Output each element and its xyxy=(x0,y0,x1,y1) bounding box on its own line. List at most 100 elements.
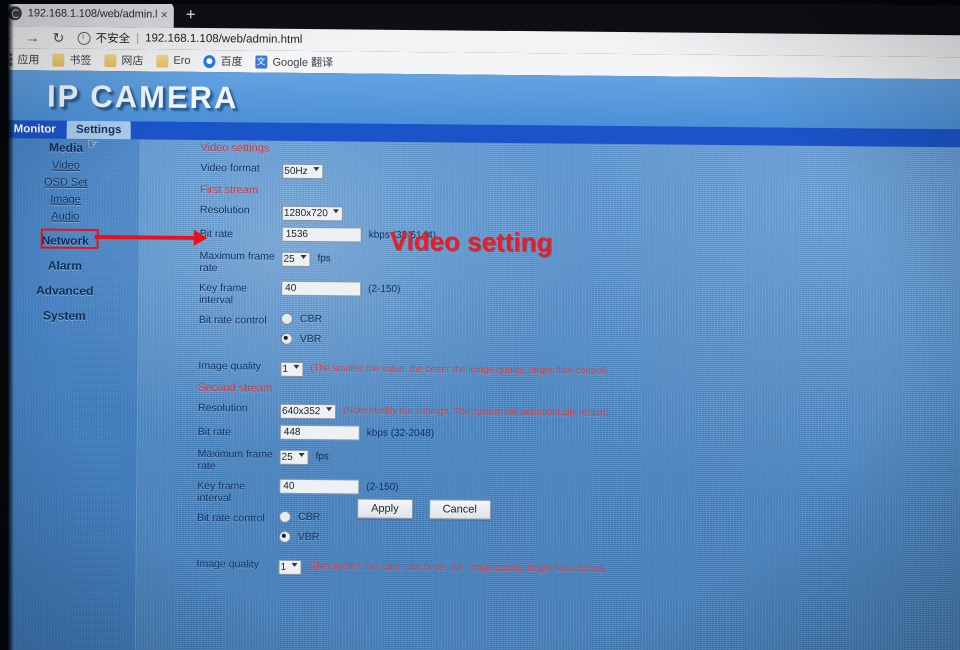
forward-icon[interactable]: → xyxy=(20,29,46,45)
first-key-frame-input[interactable] xyxy=(281,280,362,297)
radio-label: CBR xyxy=(299,312,323,326)
field-hint: (The smaller the value, the better the i… xyxy=(308,560,606,575)
monitor-bezel-left xyxy=(0,0,14,650)
info-icon[interactable] xyxy=(77,31,91,45)
field-first-key-frame-interval: Key frame interval (2-150) xyxy=(199,280,899,313)
second-max-frame-rate-select[interactable]: 25 xyxy=(279,449,309,466)
google-translate-icon xyxy=(255,55,268,69)
field-second-key-frame-interval: Key frame interval (2-150) xyxy=(197,478,897,511)
field-first-image-quality: Image quality 1 (The smaller the value, … xyxy=(198,358,898,383)
cancel-button[interactable]: Cancel xyxy=(428,499,491,520)
bookmark-label: Google 翻译 xyxy=(272,56,334,70)
ip-camera-page: IP CAMERA Monitor Settings ☞ Media Video… xyxy=(0,69,960,650)
second-vbr-option[interactable]: VBR xyxy=(278,530,320,544)
bookmark-item[interactable]: 网店 xyxy=(104,52,143,68)
new-tab-icon[interactable]: + xyxy=(182,5,200,24)
tab-monitor[interactable]: Monitor xyxy=(7,120,63,139)
mouse-cursor-icon: ☞ xyxy=(86,135,101,154)
video-settings-form: Video settings Video format 50Hz First s… xyxy=(196,142,900,587)
radio-label: VBR xyxy=(299,332,322,346)
field-label: Key frame interval xyxy=(199,281,248,307)
browser-tab[interactable]: 192.168.1.108/web/admin.ht × xyxy=(1,0,174,28)
field-second-resolution: Resolution 640x352 (Note:Modify the sett… xyxy=(198,400,898,425)
field-unit: kbps (32-2048) xyxy=(366,427,435,440)
field-label: Resolution xyxy=(197,401,248,415)
section-header-first-stream: First stream xyxy=(200,183,259,197)
second-key-frame-input[interactable] xyxy=(279,478,360,495)
sidebar-group-alarm[interactable]: Alarm xyxy=(0,258,138,273)
field-range: (2-150) xyxy=(366,481,399,493)
field-second-bitrate-control: Bit rate control CBR VBR xyxy=(197,510,897,557)
monitor-bezel-top xyxy=(0,0,960,4)
second-bitrate-input[interactable] xyxy=(279,424,360,441)
sidebar-item-video[interactable]: Video xyxy=(0,159,139,172)
security-label: 不安全 xyxy=(95,32,131,46)
annotation-highlight-box xyxy=(40,228,99,250)
field-second-bitrate: Bit rate kbps (32-2048) xyxy=(198,424,898,447)
radio-icon-selected[interactable] xyxy=(280,332,293,345)
sidebar-item-audio[interactable]: Audio xyxy=(0,210,139,223)
field-label: Bit rate control xyxy=(198,313,267,327)
apply-button[interactable]: Apply xyxy=(357,498,413,520)
field-label: Key frame interval xyxy=(197,479,246,505)
first-image-quality-select[interactable]: 1 xyxy=(280,361,304,377)
sidebar-item-image[interactable]: Image xyxy=(0,193,139,206)
field-label: Image quality xyxy=(198,359,261,373)
field-label: Bit rate control xyxy=(196,511,265,525)
field-unit: fps xyxy=(317,252,331,264)
field-label: Maximum frame rate xyxy=(197,447,273,473)
field-second-max-frame-rate: Maximum frame rate 25 fps xyxy=(197,446,897,479)
field-label: Bit rate xyxy=(197,425,232,439)
radio-icon-selected[interactable] xyxy=(278,530,291,543)
first-resolution-select[interactable]: 1280x720 xyxy=(281,205,343,222)
field-label: Video format xyxy=(200,161,260,175)
field-note: (Note:Modify the settings, The system wi… xyxy=(342,404,610,419)
bookmark-item[interactable]: 书签 xyxy=(52,52,91,68)
field-first-bitrate-control: Bit rate control CBR VBR xyxy=(199,312,899,359)
screen-content: 192.168.1.108/web/admin.ht × + ← → ↻ 不安全… xyxy=(0,0,960,650)
field-unit: fps xyxy=(315,450,329,462)
bookmark-item[interactable]: 百度 xyxy=(203,53,243,69)
field-video-format: Video format 50Hz xyxy=(200,160,900,185)
radio-label: CBR xyxy=(297,510,321,524)
baidu-icon xyxy=(203,54,216,68)
tab-title: 192.168.1.108/web/admin.ht xyxy=(27,6,157,21)
omnibox-separator: | xyxy=(136,32,140,45)
field-label: Maximum frame rate xyxy=(199,249,275,275)
sidebar-group-media[interactable]: Media xyxy=(0,140,140,155)
bookmark-item[interactable]: Google 翻译 xyxy=(255,54,333,71)
folder-icon xyxy=(52,53,65,67)
video-format-select[interactable]: 50Hz xyxy=(282,163,324,180)
sidebar-item-osd-set[interactable]: OSD Set xyxy=(0,176,139,189)
bookmark-label: 百度 xyxy=(220,56,243,69)
second-resolution-select[interactable]: 640x352 xyxy=(279,403,337,420)
app-brand-title: IP CAMERA xyxy=(46,78,239,116)
radio-icon[interactable] xyxy=(280,312,293,325)
bookmark-label: 书签 xyxy=(69,54,92,67)
photo-of-monitor: 192.168.1.108/web/admin.ht × + ← → ↻ 不安全… xyxy=(0,0,960,650)
annotation-title: Video setting xyxy=(389,225,553,258)
bookmark-item[interactable]: Ero xyxy=(156,54,191,68)
radio-icon[interactable] xyxy=(278,510,292,523)
first-vbr-option[interactable]: VBR xyxy=(280,332,322,346)
first-cbr-option[interactable]: CBR xyxy=(280,312,323,326)
bookmark-label: Ero xyxy=(173,54,191,67)
field-hint: (The smaller the value, the better the i… xyxy=(310,362,608,377)
bookmark-label: 网店 xyxy=(121,55,144,68)
second-image-quality-select[interactable]: 1 xyxy=(278,559,302,575)
field-label: Image quality xyxy=(196,557,260,571)
field-second-image-quality: Image quality 1 (The smaller the value, … xyxy=(196,556,896,581)
folder-icon xyxy=(156,54,169,68)
second-cbr-option[interactable]: CBR xyxy=(278,510,321,524)
radio-label: VBR xyxy=(297,530,320,544)
first-max-frame-rate-select[interactable]: 25 xyxy=(281,251,311,268)
field-label: Bit rate xyxy=(199,227,234,241)
sidebar-group-system[interactable]: System xyxy=(0,308,138,323)
field-range: (2-150) xyxy=(368,283,401,295)
reload-icon[interactable]: ↻ xyxy=(46,29,72,46)
bookmark-label: 应用 xyxy=(17,54,40,67)
first-bitrate-input[interactable] xyxy=(281,226,362,243)
close-icon[interactable]: × xyxy=(157,7,168,21)
form-actions: Apply Cancel xyxy=(357,498,491,520)
sidebar-group-advanced[interactable]: Advanced xyxy=(0,283,138,298)
